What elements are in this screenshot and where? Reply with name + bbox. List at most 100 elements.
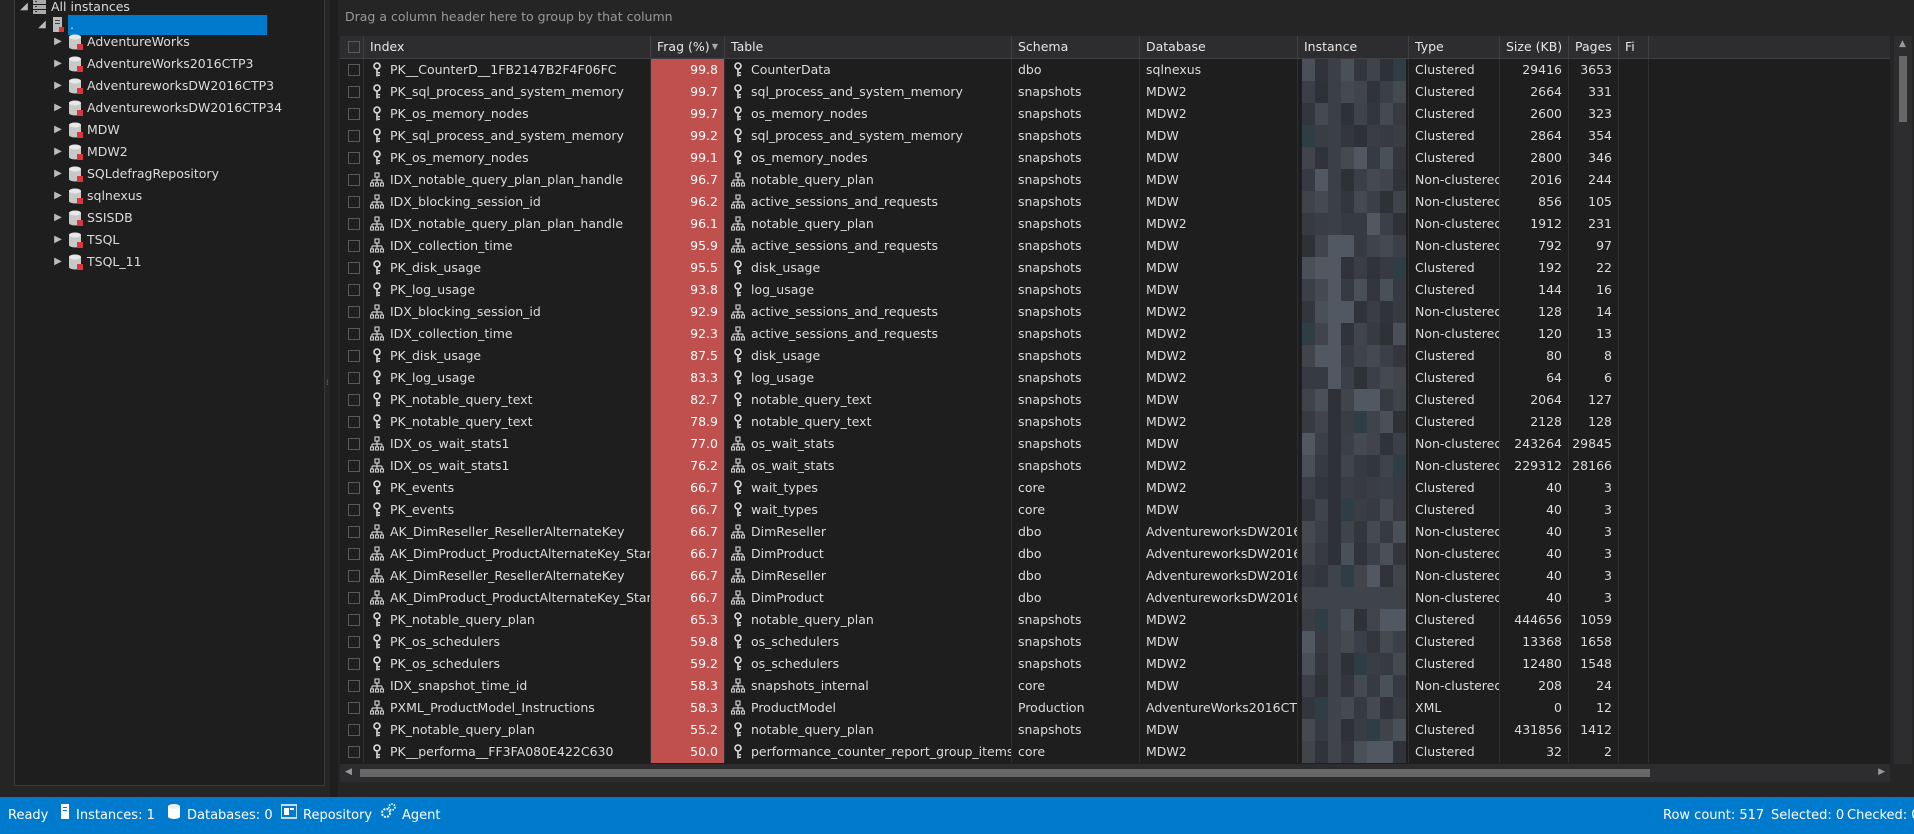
cell-instance-redacted[interactable] <box>1298 103 1409 125</box>
cell-index[interactable]: IDX_collection_time <box>364 323 651 345</box>
cell-index[interactable]: PK_sql_process_and_system_memory <box>364 81 651 103</box>
cell-type[interactable]: Clustered <box>1409 499 1500 521</box>
cell-fill[interactable] <box>1619 543 1649 565</box>
cell-index[interactable]: PK_os_schedulers <box>364 653 651 675</box>
cell-index[interactable]: IDX_snapshot_time_id <box>364 675 651 697</box>
row-checkbox[interactable] <box>348 438 360 450</box>
cell-type[interactable]: Clustered <box>1409 147 1500 169</box>
row-checkbox[interactable] <box>348 460 360 472</box>
vertical-scroll-thumb[interactable] <box>1899 56 1907 122</box>
cell-frag[interactable]: 99.1 <box>651 147 725 169</box>
index-grid[interactable]: Index Frag (%) ▼ Table Schema Database Instanc… <box>340 36 1890 764</box>
cell-fill[interactable] <box>1619 389 1649 411</box>
cell-instance-redacted[interactable] <box>1298 235 1409 257</box>
cell-index[interactable]: PK_disk_usage <box>364 257 651 279</box>
cell-frag[interactable]: 92.9 <box>651 301 725 323</box>
cell-size[interactable]: 431856 <box>1500 719 1569 741</box>
cell-type[interactable]: Non-clustered <box>1409 543 1500 565</box>
cell-fill[interactable] <box>1619 741 1649 763</box>
cell-instance-redacted[interactable] <box>1298 719 1409 741</box>
cell-database[interactable]: AdventureworksDW2016CTP34 <box>1140 565 1298 587</box>
cell-schema[interactable]: dbo <box>1012 521 1140 543</box>
scroll-up-icon[interactable]: ▲ <box>1899 39 1906 49</box>
horizontal-scroll-thumb[interactable] <box>360 769 1650 777</box>
cell-frag[interactable]: 99.7 <box>651 103 725 125</box>
row-checkbox-cell[interactable] <box>340 499 364 521</box>
cell-frag[interactable]: 87.5 <box>651 345 725 367</box>
cell-pages[interactable]: 354 <box>1569 125 1619 147</box>
cell-size[interactable]: 2800 <box>1500 147 1569 169</box>
cell-type[interactable]: Clustered <box>1409 741 1500 763</box>
cell-frag[interactable]: 50.0 <box>651 741 725 763</box>
cell-fill[interactable] <box>1619 301 1649 323</box>
cell-pages[interactable]: 3 <box>1569 499 1619 521</box>
cell-schema[interactable]: snapshots <box>1012 191 1140 213</box>
cell-index[interactable]: PK_notable_query_plan <box>364 609 651 631</box>
cell-fill[interactable] <box>1619 587 1649 609</box>
cell-fill[interactable] <box>1619 169 1649 191</box>
cell-frag[interactable]: 92.3 <box>651 323 725 345</box>
cell-fill[interactable] <box>1619 59 1649 81</box>
row-checkbox-cell[interactable] <box>340 543 364 565</box>
cell-index[interactable]: PK_sql_process_and_system_memory <box>364 125 651 147</box>
cell-frag[interactable]: 99.2 <box>651 125 725 147</box>
instance-tree[interactable]: ◢ All instances ◢ . ▶ AdventureWorks ▶ Adve… <box>14 0 325 786</box>
row-checkbox[interactable] <box>348 394 360 406</box>
cell-type[interactable]: Clustered <box>1409 609 1500 631</box>
cell-index[interactable]: PK_disk_usage <box>364 345 651 367</box>
cell-instance-redacted[interactable] <box>1298 433 1409 455</box>
cell-size[interactable]: 2128 <box>1500 411 1569 433</box>
cell-pages[interactable]: 331 <box>1569 81 1619 103</box>
cell-fill[interactable] <box>1619 631 1649 653</box>
row-checkbox-cell[interactable] <box>340 169 364 191</box>
cell-index[interactable]: PK_log_usage <box>364 279 651 301</box>
cell-type[interactable]: Non-clustered <box>1409 213 1500 235</box>
tree-database-item[interactable]: ▶ MDW2 <box>15 142 315 162</box>
cell-instance-redacted[interactable] <box>1298 301 1409 323</box>
cell-index[interactable]: PK_notable_query_text <box>364 389 651 411</box>
cell-schema[interactable]: dbo <box>1012 543 1140 565</box>
cell-schema[interactable]: snapshots <box>1012 367 1140 389</box>
cell-fill[interactable] <box>1619 147 1649 169</box>
cell-frag[interactable]: 58.3 <box>651 675 725 697</box>
cell-fill[interactable] <box>1619 653 1649 675</box>
tree-database-item[interactable]: ▶ MDW <box>15 120 315 140</box>
cell-database[interactable]: MDW <box>1140 499 1298 521</box>
cell-table[interactable]: notable_query_text <box>725 389 1012 411</box>
cell-type[interactable]: Non-clustered <box>1409 587 1500 609</box>
row-checkbox[interactable] <box>348 592 360 604</box>
cell-pages[interactable]: 3 <box>1569 543 1619 565</box>
cell-schema[interactable]: snapshots <box>1012 389 1140 411</box>
cell-database[interactable]: sqlnexus <box>1140 59 1298 81</box>
cell-frag[interactable]: 65.3 <box>651 609 725 631</box>
scroll-right-icon[interactable]: ▶ <box>1878 767 1885 777</box>
table-row[interactable]: PK_os_schedulers 59.8 os_schedulers snapsho… <box>340 631 1890 653</box>
cell-table[interactable]: log_usage <box>725 279 1012 301</box>
expand-arrow-icon[interactable]: ▶ <box>53 208 63 228</box>
cell-schema[interactable]: dbo <box>1012 59 1140 81</box>
row-checkbox[interactable] <box>348 658 360 670</box>
cell-database[interactable]: MDW <box>1140 235 1298 257</box>
cell-table[interactable]: notable_query_plan <box>725 213 1012 235</box>
cell-table[interactable]: notable_query_plan <box>725 609 1012 631</box>
cell-instance-redacted[interactable] <box>1298 147 1409 169</box>
row-checkbox-cell[interactable] <box>340 411 364 433</box>
cell-type[interactable]: Clustered <box>1409 719 1500 741</box>
table-row[interactable]: PK_events 66.7 wait_types core MDW Clustered 4… <box>340 499 1890 521</box>
tree-database-item[interactable]: ▶ AdventureworksDW2016CTP34 <box>15 98 315 118</box>
cell-instance-redacted[interactable] <box>1298 389 1409 411</box>
cell-size[interactable]: 40 <box>1500 521 1569 543</box>
cell-instance-redacted[interactable] <box>1298 675 1409 697</box>
cell-pages[interactable]: 244 <box>1569 169 1619 191</box>
cell-instance-redacted[interactable] <box>1298 323 1409 345</box>
cell-pages[interactable]: 29845 <box>1569 433 1619 455</box>
cell-instance-redacted[interactable] <box>1298 345 1409 367</box>
cell-instance-redacted[interactable] <box>1298 653 1409 675</box>
cell-size[interactable]: 12480 <box>1500 653 1569 675</box>
status-repository[interactable]: Repository <box>280 797 372 834</box>
cell-instance-redacted[interactable] <box>1298 81 1409 103</box>
table-row[interactable]: PK_disk_usage 95.5 disk_usage snapshots MDW C… <box>340 257 1890 279</box>
row-checkbox-cell[interactable] <box>340 257 364 279</box>
cell-index[interactable]: AK_DimReseller_ResellerAlternateKey <box>364 521 651 543</box>
splitter-grip-icon[interactable]: ⁞ <box>326 379 330 400</box>
